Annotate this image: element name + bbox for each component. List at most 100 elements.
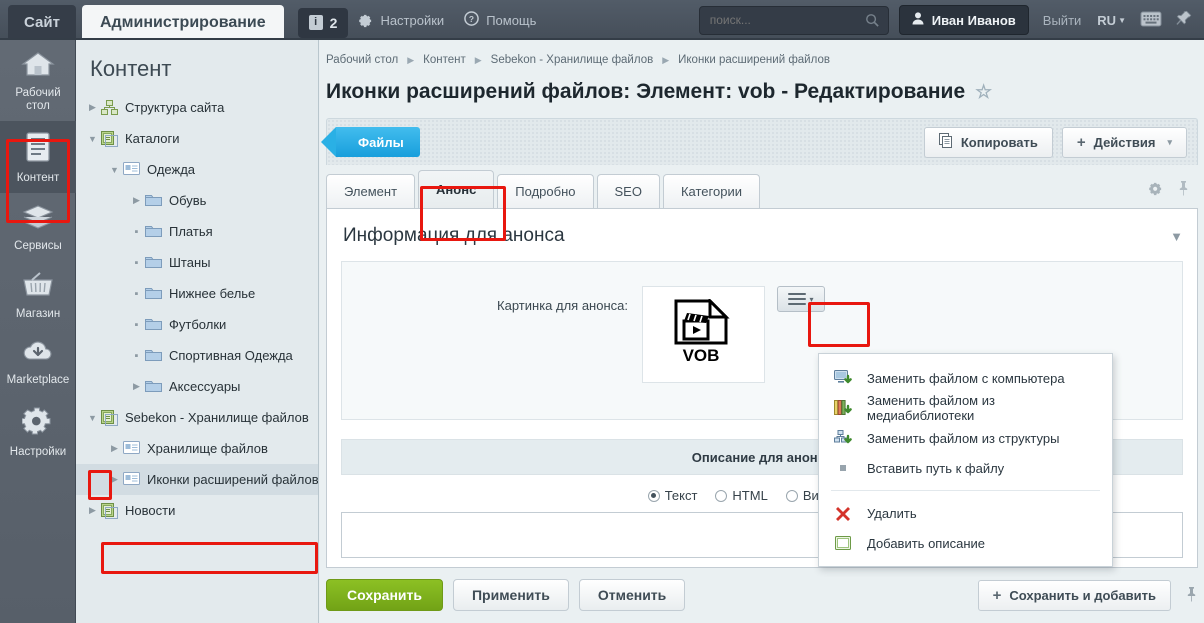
page-toolbar: Файлы Копировать + Действия ▾ xyxy=(321,118,1198,165)
tree-toggle-collapsed[interactable]: ▶ xyxy=(84,505,101,516)
tree-item[interactable]: ▶ Обувь xyxy=(76,185,318,216)
tree-item[interactable]: ▶ Хранилище файлов xyxy=(76,433,318,464)
tab-announce[interactable]: Анонс xyxy=(418,170,495,208)
dropdown-item[interactable]: Добавить описание xyxy=(819,528,1112,558)
tree-item[interactable]: ▪ Нижнее белье xyxy=(76,278,318,309)
tree-item[interactable]: ▪ Платья xyxy=(76,216,318,247)
tree-item-label: Аксессуары xyxy=(169,379,241,394)
save-button[interactable]: Сохранить xyxy=(326,579,443,611)
tab-element[interactable]: Элемент xyxy=(326,174,416,208)
pin-icon[interactable] xyxy=(1176,10,1192,31)
hamburger-menu-icon xyxy=(788,290,807,308)
tree-title: Контент xyxy=(90,56,172,81)
files-ribbon-button[interactable]: Файлы xyxy=(321,127,420,157)
user-menu[interactable]: Иван Иванов xyxy=(898,5,1029,35)
dropdown-item[interactable]: Заменить файлом с компьютера xyxy=(819,363,1112,393)
dropdown-item[interactable]: Заменить файлом из структуры xyxy=(819,423,1112,453)
dropdown-item[interactable]: Заменить файлом из медиабиблиотеки xyxy=(819,393,1112,423)
tree-item[interactable]: ▼ Sebekon - Хранилище файлов xyxy=(76,402,318,433)
tree-item-label: Футболки xyxy=(169,317,227,332)
sidebar-item-shop[interactable]: Магазин xyxy=(0,261,76,329)
keyboard-icon[interactable] xyxy=(1140,10,1162,30)
tree-toggle-collapsed[interactable]: ▶ xyxy=(128,195,145,206)
tree-item[interactable]: ▼ Одежда xyxy=(76,154,318,185)
search-input[interactable] xyxy=(699,6,888,34)
breadcrumb-item[interactable]: Sebekon - Хранилище файлов xyxy=(491,54,654,66)
help-link[interactable]: ? Помощь xyxy=(454,11,546,29)
tree-item-label: Иконки расширений файлов xyxy=(147,472,319,487)
sidebar-item-content[interactable]: Контент xyxy=(0,121,76,193)
cloud-download-icon xyxy=(2,339,74,369)
tree-item[interactable]: ▶ Аксессуары xyxy=(76,371,318,402)
chevron-down-icon[interactable]: ▼ xyxy=(1170,229,1183,244)
pin-icon[interactable] xyxy=(1177,180,1190,199)
language-switcher[interactable]: RU ▼ xyxy=(1097,13,1126,28)
sidebar-item-label: Сервисы xyxy=(14,240,62,252)
cancel-button[interactable]: Отменить xyxy=(578,579,686,611)
tree-item-label: Одежда xyxy=(147,162,196,177)
logout-link[interactable]: Выйти xyxy=(1043,13,1082,28)
breadcrumb-item[interactable]: Иконки расширений файлов xyxy=(678,54,830,66)
copy-icon xyxy=(938,133,953,151)
form-footer: Сохранить Применить Отменить + Сохранить… xyxy=(326,573,1198,617)
apply-button[interactable]: Применить xyxy=(452,579,569,611)
tree-toggle-expanded[interactable]: ▼ xyxy=(84,413,101,423)
announce-image-label: Картинка для анонса: xyxy=(497,298,628,313)
toolbar-buttons: Копировать + Действия ▾ xyxy=(923,126,1197,158)
actions-button[interactable]: + Действия ▾ xyxy=(1061,126,1187,158)
tab-detail[interactable]: Подробно xyxy=(497,174,594,208)
tab-site[interactable]: Сайт xyxy=(8,5,76,39)
breadcrumb-item[interactable]: Рабочий стол xyxy=(326,54,398,66)
breadcrumb-separator: ▶ xyxy=(474,54,482,65)
radio-indicator xyxy=(647,489,660,502)
tree-item-label: Нижнее белье xyxy=(169,286,256,301)
tree-item[interactable]: ▪ Футболки xyxy=(76,309,318,340)
breadcrumb: Рабочий стол ▶ Контент ▶ Sebekon - Хранилище… xyxy=(320,40,1204,66)
tree-toggle-expanded[interactable]: ▼ xyxy=(84,134,101,144)
folder-icon xyxy=(145,286,162,301)
sidebar-item-settings[interactable]: Настройки xyxy=(0,395,76,467)
dropdown-item[interactable]: Вставить путь к файлу xyxy=(819,453,1112,483)
tab-seo[interactable]: SEO xyxy=(596,174,660,208)
search-icon[interactable] xyxy=(865,13,880,31)
breadcrumb-item[interactable]: Контент xyxy=(423,54,466,66)
tree-item-selected[interactable]: ▶ Иконки расширений файлов xyxy=(76,464,318,495)
pin-icon[interactable] xyxy=(1185,586,1198,605)
radio-indicator xyxy=(715,489,728,502)
tree-toggle-collapsed[interactable]: ▶ xyxy=(84,102,101,113)
tree-item[interactable]: ▶ Новости xyxy=(76,495,318,526)
sidebar-item-desktop[interactable]: Рабочий стол xyxy=(0,40,76,121)
tree-toggle-collapsed[interactable]: ▶ xyxy=(128,381,145,392)
tree-item[interactable]: ▪ Штаны xyxy=(76,247,318,278)
left-icon-rail: Рабочий стол Контент Сервисы Магазин Mar xyxy=(0,40,76,623)
chevron-down-icon: ▼ xyxy=(1118,15,1126,25)
dropdown-item-label: Заменить файлом из медиабиблиотеки xyxy=(867,393,995,423)
tree-item-label: Спортивная Одежда xyxy=(169,348,293,363)
settings-link[interactable]: Настройки xyxy=(348,13,454,28)
tab-categories[interactable]: Категории xyxy=(662,174,760,208)
file-actions-dropdown[interactable]: Заменить файлом с компьютера Заменить фай… xyxy=(818,353,1113,567)
search-box[interactable] xyxy=(698,5,889,35)
iblock-icon xyxy=(101,131,118,147)
radio-text[interactable]: Текст xyxy=(647,488,697,503)
dropdown-item[interactable]: Удалить xyxy=(819,498,1112,528)
info-icon: i xyxy=(308,15,323,30)
tree-item[interactable]: ▼ Каталоги xyxy=(76,123,318,154)
gear-icon[interactable] xyxy=(1148,181,1163,199)
tree-item[interactable]: ▶ Структура сайта xyxy=(76,92,318,123)
tree-toggle-collapsed[interactable]: ▶ xyxy=(106,474,123,485)
sidebar-item-services[interactable]: Сервисы xyxy=(0,193,76,261)
tree-toggle-collapsed[interactable]: ▶ xyxy=(106,443,123,454)
copy-button[interactable]: Копировать xyxy=(923,126,1053,158)
file-actions-menu-button[interactable]: ▾ xyxy=(777,286,825,312)
save-and-add-button[interactable]: + Сохранить и добавить xyxy=(977,579,1171,611)
star-icon[interactable]: ☆ xyxy=(975,81,992,104)
radio-html[interactable]: HTML xyxy=(715,488,768,503)
notifications-badge[interactable]: i 2 xyxy=(297,7,349,38)
folder-icon xyxy=(145,379,162,394)
dropdown-item-label: Заменить файлом из структуры xyxy=(867,430,1060,446)
tree-toggle-expanded[interactable]: ▼ xyxy=(106,165,123,175)
sidebar-item-marketplace[interactable]: Marketplace xyxy=(0,329,76,395)
tab-administration[interactable]: Администрирование xyxy=(81,5,284,40)
tree-item[interactable]: ▪ Спортивная Одежда xyxy=(76,340,318,371)
